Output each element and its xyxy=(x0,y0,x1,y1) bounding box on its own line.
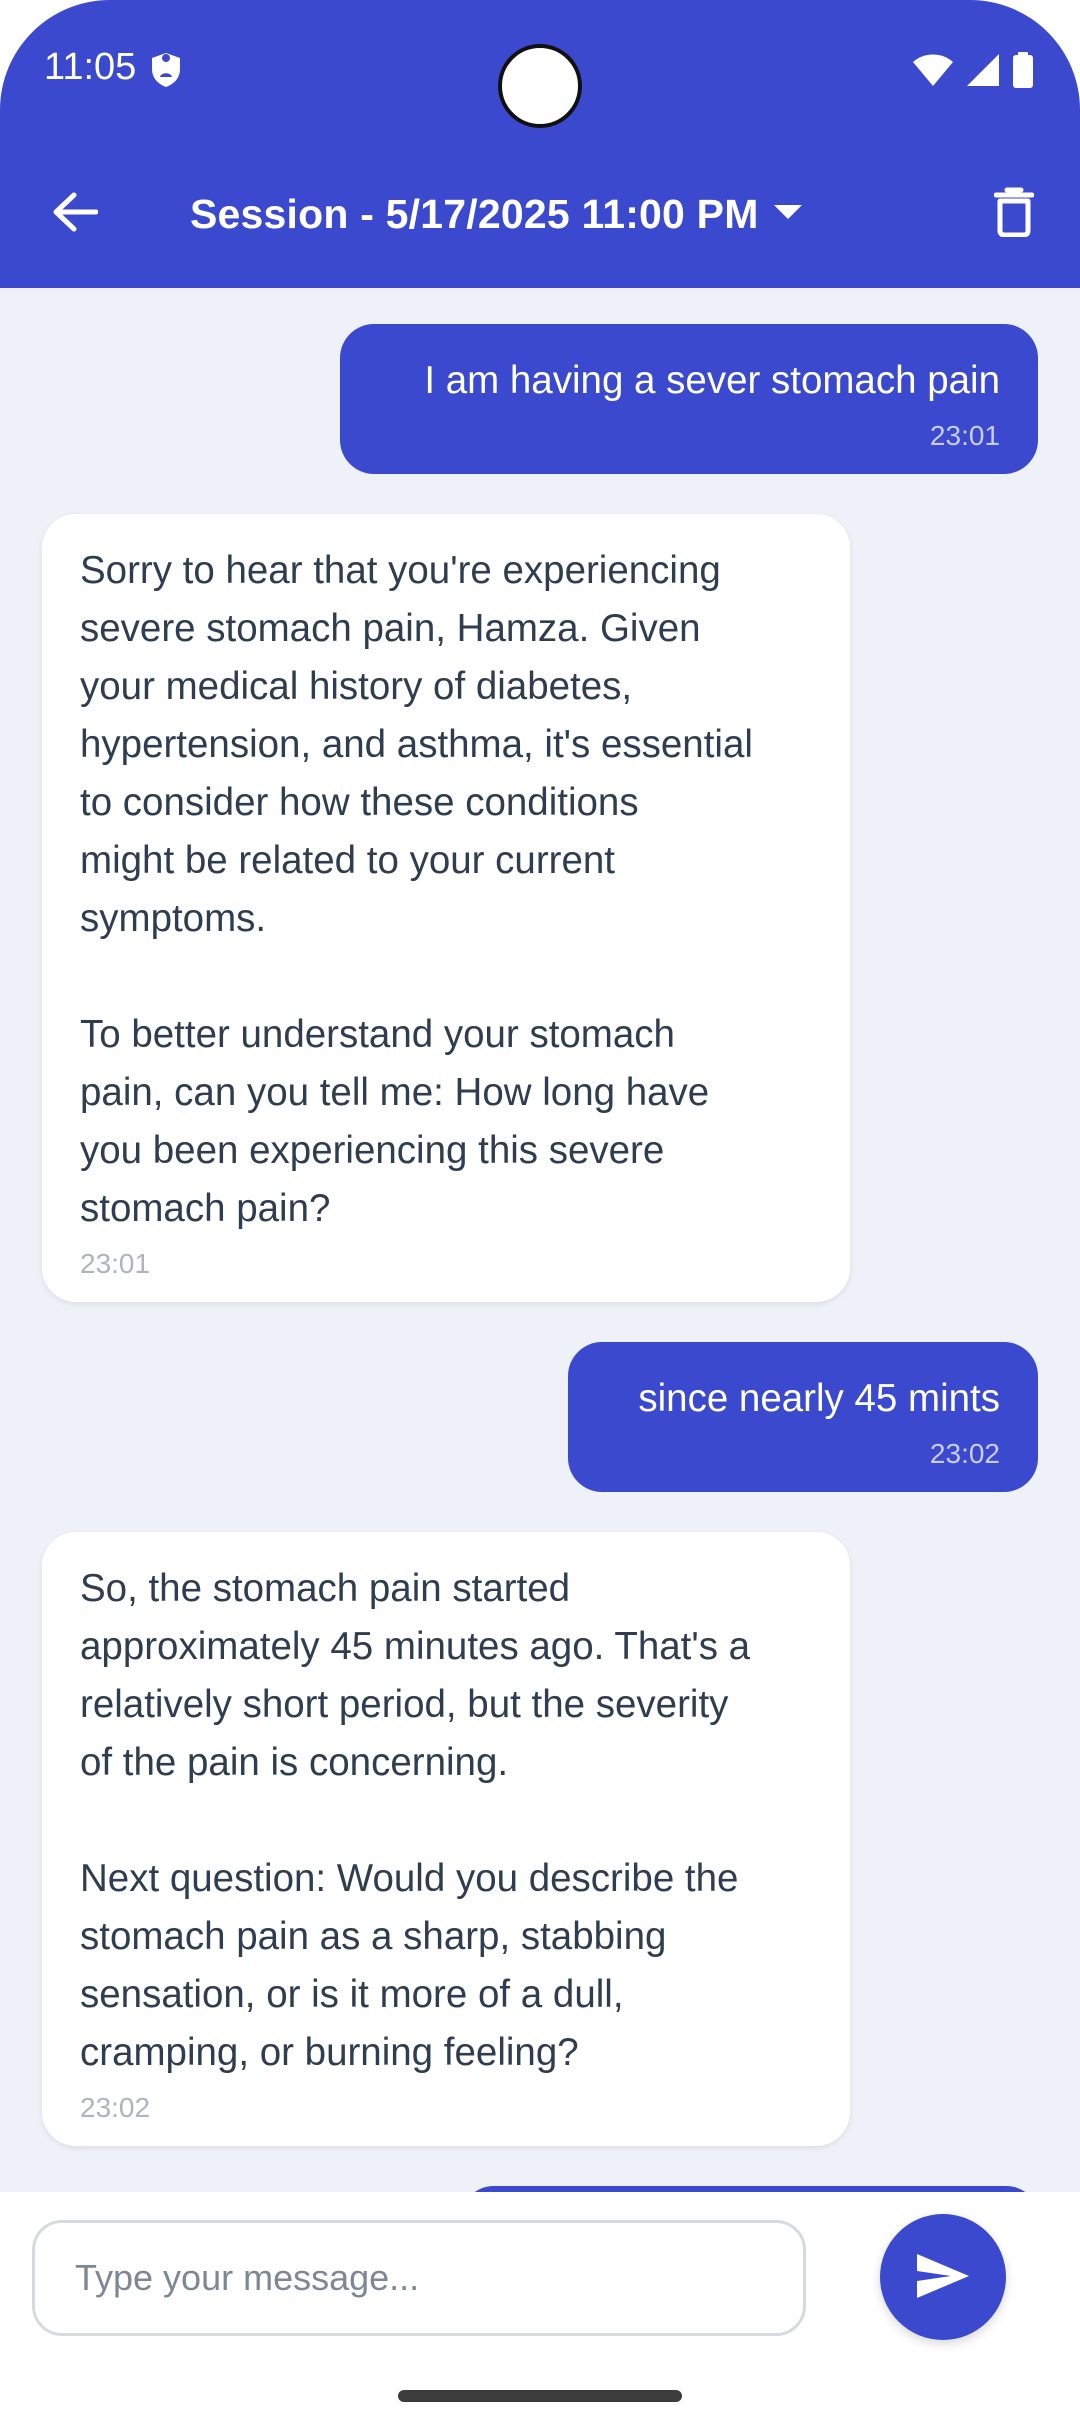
message-time: 23:02 xyxy=(929,1438,1000,1469)
session-selector[interactable]: Session - 5/17/2025 11:00 PM xyxy=(190,186,803,242)
camera-cutout xyxy=(498,44,582,128)
wifi-icon xyxy=(912,53,954,92)
home-indicator xyxy=(398,2390,682,2402)
message-text: So, the stomach pain started approximate… xyxy=(80,1567,751,2074)
status-icons xyxy=(912,52,1034,93)
message-input[interactable] xyxy=(32,2220,806,2336)
composer-bar xyxy=(0,2192,1080,2424)
message-text: Sorry to hear that you're experiencing s… xyxy=(80,549,753,1230)
message-text: I am having a sever stomach pain xyxy=(424,359,1000,402)
arrow-left-icon xyxy=(52,192,99,237)
message-bubble-user: I am having a sever stomach pain 23:01 xyxy=(340,324,1038,474)
message-time: 23:01 xyxy=(929,420,1000,451)
battery-icon xyxy=(1012,52,1034,93)
message-bubble-bot: So, the stomach pain started approximate… xyxy=(42,1532,850,2146)
send-icon xyxy=(915,2252,971,2303)
status-time: 11:05 xyxy=(44,46,137,88)
session-title: Session - 5/17/2025 11:00 PM xyxy=(190,190,759,237)
message-list[interactable]: I am having a sever stomach pain 23:01 S… xyxy=(0,288,1080,2192)
message-bubble-bot: Sorry to hear that you're experiencing s… xyxy=(42,514,850,1302)
app-header: 11:05 Session - 5/17/2025 11:00 PM xyxy=(0,0,1080,288)
shield-icon xyxy=(150,52,182,88)
trash-icon xyxy=(993,187,1035,242)
message-time: 23:01 xyxy=(80,1248,151,1279)
signal-icon xyxy=(966,53,1000,92)
message-bubble-user: since nearly 45 mints 23:02 xyxy=(568,1342,1038,1492)
back-button[interactable] xyxy=(40,184,110,244)
caret-down-icon xyxy=(773,204,803,225)
message-time: 23:02 xyxy=(80,2092,151,2123)
delete-session-button[interactable] xyxy=(984,182,1044,246)
message-text: since nearly 45 mints xyxy=(638,1377,1000,1420)
send-button[interactable] xyxy=(880,2214,1006,2340)
phone-screen: 11:05 Session - 5/17/2025 11:00 PM I am … xyxy=(0,0,1080,2424)
